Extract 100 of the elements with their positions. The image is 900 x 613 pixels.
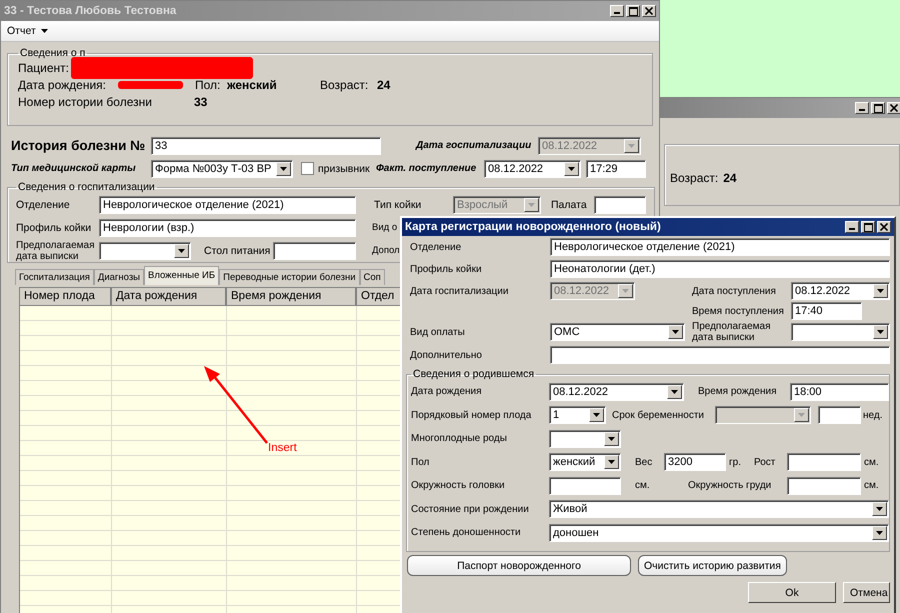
department-label: Отделение <box>16 198 71 210</box>
close-icon <box>645 7 653 15</box>
department-label: Отделение <box>410 242 462 252</box>
date-dropdown[interactable] <box>99 242 191 260</box>
conscript-checkbox[interactable] <box>301 162 314 175</box>
head-circumference-label: Окружность головки <box>411 480 506 492</box>
diet-label: Стол питания <box>204 244 272 256</box>
annotation-label: Insert <box>268 442 297 454</box>
unit-label: гр. <box>729 456 742 468</box>
tab[interactable]: Соп <box>360 269 385 285</box>
caret-icon <box>877 289 884 293</box>
chest-circumference-field[interactable] <box>787 476 861 495</box>
redaction-mark <box>118 80 183 88</box>
bed-profile-field[interactable]: Неврологии (взр.) <box>99 218 356 236</box>
column-header[interactable]: Номер плода <box>20 288 112 306</box>
tab[interactable]: Диагнозы <box>94 269 144 285</box>
hospitalization-date-label: Дата госпитализации <box>416 140 532 151</box>
weight-label: Вес <box>635 456 654 468</box>
caret-icon <box>876 507 883 512</box>
bed-profile-field[interactable]: Неонатологии (дет.) <box>550 260 890 278</box>
caret-icon <box>798 413 805 418</box>
extra-field[interactable] <box>550 346 890 364</box>
group-title: Сведения о п <box>19 47 86 59</box>
minimize-icon <box>849 228 855 230</box>
dialog-button[interactable]: Ok <box>748 582 836 603</box>
close-button[interactable] <box>887 102 900 114</box>
weight-field[interactable]: 3200 <box>664 453 726 472</box>
date-dropdown[interactable]: 08.12.2022 <box>791 282 890 300</box>
date-dropdown[interactable]: 08.12.2022 <box>549 382 684 401</box>
time-field[interactable]: 18:00 <box>790 382 889 401</box>
payment-label: Вид о <box>372 222 398 233</box>
caret-icon <box>608 460 615 464</box>
number-dropdown[interactable]: 1 <box>549 406 606 424</box>
maximize-button[interactable] <box>871 102 885 114</box>
head-circumference-field[interactable] <box>549 476 621 495</box>
unit-label: см. <box>635 480 651 492</box>
extra-label: Допол <box>372 245 400 256</box>
caret-icon <box>593 413 600 418</box>
column-header[interactable]: Дата рождения <box>112 288 227 306</box>
diet-field[interactable] <box>273 242 356 260</box>
birth-date-label: Дата рождения: <box>18 78 107 92</box>
action-button[interactable]: Очистить историю развития <box>638 555 787 576</box>
admission-label: Факт. поступление <box>376 163 478 174</box>
window-title: 33 - Тестова Любовь Тестовна <box>4 5 176 17</box>
sex-label: Пол: <box>195 78 222 92</box>
patient-label: Пациент: <box>18 60 70 74</box>
birth-state-label: Состояние при рождении <box>411 504 530 515</box>
unit-label: нед. <box>863 410 882 421</box>
maximize-icon <box>864 222 872 232</box>
maximize-icon <box>628 6 638 16</box>
bed-type-label: Тип койки <box>374 198 422 210</box>
close-icon <box>880 223 888 231</box>
tab[interactable]: Госпитализация <box>15 269 94 285</box>
dialog-button[interactable]: Отмена <box>843 582 890 603</box>
date-dropdown[interactable]: 08.12.2022 <box>484 160 581 178</box>
sex-dropdown[interactable]: женский <box>549 453 621 472</box>
birth-time-label: Время рождения <box>698 386 778 398</box>
weeks-field[interactable] <box>818 406 861 424</box>
menu-item[interactable]: Отчет <box>7 25 48 37</box>
height-label: Рост <box>754 456 776 468</box>
date-dropdown[interactable] <box>791 323 890 341</box>
admission-date-label: Дата поступления <box>692 286 777 296</box>
chest-circumference-label: Окружность груди <box>688 480 772 492</box>
department-field[interactable]: Неврологическое отделение (2021) <box>550 238 890 256</box>
department-field[interactable]: Неврологическое отделение (2021) <box>99 196 356 214</box>
caret-icon <box>876 530 883 535</box>
ward-field[interactable] <box>594 196 646 214</box>
card-type-dropdown[interactable]: Форма №003у Т-03 ВР <box>151 160 293 178</box>
minimize-button[interactable] <box>845 221 859 233</box>
maturity-dropdown[interactable]: доношен <box>549 524 889 542</box>
payment-dropdown[interactable]: ОМС <box>550 323 685 341</box>
close-button[interactable] <box>877 221 891 233</box>
column-header[interactable]: Время рождения <box>227 288 357 306</box>
dropdown[interactable] <box>549 430 621 448</box>
close-button[interactable] <box>642 5 656 17</box>
age-value: 24 <box>377 78 390 92</box>
caret-icon <box>628 144 635 148</box>
minimize-button[interactable] <box>855 102 869 114</box>
caret-icon <box>568 166 575 170</box>
extra-label: Дополнительно <box>410 350 483 360</box>
history-number-label: Номер истории болезни <box>18 94 153 108</box>
maximize-button[interactable] <box>626 5 640 17</box>
age-label: Возраст: <box>670 171 718 185</box>
birth-state-dropdown[interactable]: Живой <box>549 500 889 518</box>
maximize-button[interactable] <box>861 221 875 233</box>
height-field[interactable] <box>787 453 861 472</box>
tab[interactable]: Переводные истории болезни <box>219 269 360 285</box>
history-number-field[interactable]: 33 <box>151 136 381 154</box>
minimize-button[interactable] <box>610 5 624 17</box>
caret-icon <box>672 330 679 334</box>
action-button[interactable]: Паспорт новорожденного <box>407 555 631 576</box>
maximize-icon <box>874 104 882 112</box>
bed-profile-label: Профиль койки <box>410 264 483 274</box>
time-field[interactable]: 17:40 <box>791 302 862 320</box>
fetus-number-label: Порядковый номер плода <box>411 410 532 421</box>
caret-icon <box>40 29 48 33</box>
time-field[interactable]: 17:29 <box>586 160 646 178</box>
history-label: История болезни № <box>11 138 146 153</box>
age-value: 24 <box>723 171 737 185</box>
tab[interactable]: Вложенные ИБ <box>144 266 220 285</box>
